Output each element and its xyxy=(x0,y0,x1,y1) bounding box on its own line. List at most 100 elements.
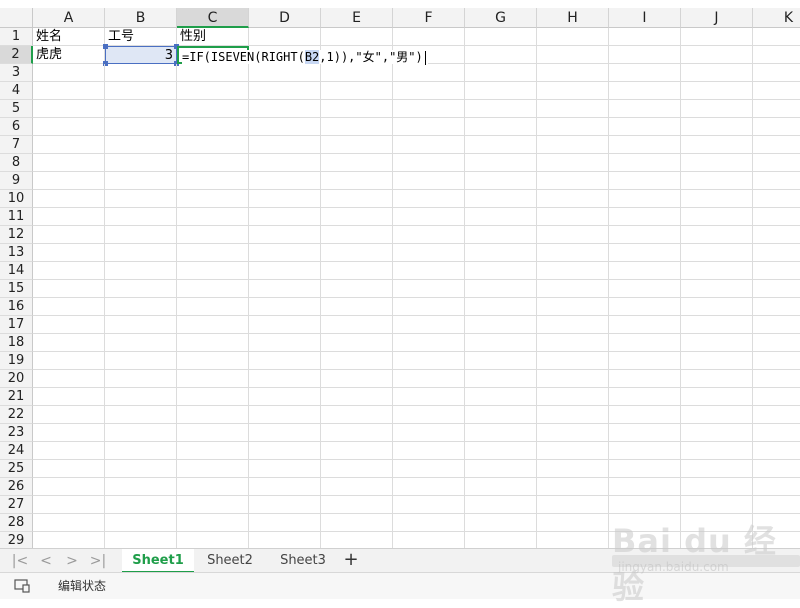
cell-a15[interactable] xyxy=(33,280,105,298)
cell-j6[interactable] xyxy=(681,118,753,136)
cell-g26[interactable] xyxy=(465,478,537,496)
cell-e11[interactable] xyxy=(321,208,393,226)
cell-k6[interactable] xyxy=(753,118,800,136)
cell-e3[interactable] xyxy=(321,64,393,82)
cell-d9[interactable] xyxy=(249,172,321,190)
cell-k7[interactable] xyxy=(753,136,800,154)
cell-k8[interactable] xyxy=(753,154,800,172)
cell-b28[interactable] xyxy=(105,514,177,532)
cell-k20[interactable] xyxy=(753,370,800,388)
cell-c26[interactable] xyxy=(177,478,249,496)
cell-a23[interactable] xyxy=(33,424,105,442)
cell-d25[interactable] xyxy=(249,460,321,478)
cell-f12[interactable] xyxy=(393,226,465,244)
cell-h11[interactable] xyxy=(537,208,609,226)
cell-a25[interactable] xyxy=(33,460,105,478)
cell-c1[interactable]: 性别 xyxy=(177,28,249,46)
cell-f6[interactable] xyxy=(393,118,465,136)
cell-b14[interactable] xyxy=(105,262,177,280)
cell-k16[interactable] xyxy=(753,298,800,316)
cell-e13[interactable] xyxy=(321,244,393,262)
cell-k19[interactable] xyxy=(753,352,800,370)
cell-g2[interactable] xyxy=(465,46,537,64)
cell-g18[interactable] xyxy=(465,334,537,352)
cell-k1[interactable] xyxy=(753,28,800,46)
cell-a28[interactable] xyxy=(33,514,105,532)
cell-f19[interactable] xyxy=(393,352,465,370)
cell-j20[interactable] xyxy=(681,370,753,388)
cell-c12[interactable] xyxy=(177,226,249,244)
cell-i21[interactable] xyxy=(609,388,681,406)
cell-e27[interactable] xyxy=(321,496,393,514)
cell-h2[interactable] xyxy=(537,46,609,64)
cell-i13[interactable] xyxy=(609,244,681,262)
cell-k13[interactable] xyxy=(753,244,800,262)
sheet-tab-sheet2[interactable]: Sheet2 xyxy=(196,549,264,573)
row-header[interactable]: 25 xyxy=(0,460,33,478)
cell-e6[interactable] xyxy=(321,118,393,136)
row-header[interactable]: 22 xyxy=(0,406,33,424)
cell-i23[interactable] xyxy=(609,424,681,442)
cell-d13[interactable] xyxy=(249,244,321,262)
cell-a16[interactable] xyxy=(33,298,105,316)
row-header[interactable]: 24 xyxy=(0,442,33,460)
cell-g3[interactable] xyxy=(465,64,537,82)
sheet-tab-sheet3[interactable]: Sheet3 xyxy=(268,549,338,573)
cell-b9[interactable] xyxy=(105,172,177,190)
row-header[interactable]: 17 xyxy=(0,316,33,334)
column-header-g[interactable]: G xyxy=(465,8,537,28)
cell-i16[interactable] xyxy=(609,298,681,316)
cell-c15[interactable] xyxy=(177,280,249,298)
cell-k5[interactable] xyxy=(753,100,800,118)
cell-a18[interactable] xyxy=(33,334,105,352)
cell-f7[interactable] xyxy=(393,136,465,154)
cell-e29[interactable] xyxy=(321,532,393,548)
cell-d15[interactable] xyxy=(249,280,321,298)
cell-e26[interactable] xyxy=(321,478,393,496)
cell-a12[interactable] xyxy=(33,226,105,244)
cell-e19[interactable] xyxy=(321,352,393,370)
row-header[interactable]: 2 xyxy=(0,46,33,64)
row-header[interactable]: 19 xyxy=(0,352,33,370)
cell-k15[interactable] xyxy=(753,280,800,298)
cell-c7[interactable] xyxy=(177,136,249,154)
cell-j21[interactable] xyxy=(681,388,753,406)
cell-b19[interactable] xyxy=(105,352,177,370)
cell-i2[interactable] xyxy=(609,46,681,64)
cell-b24[interactable] xyxy=(105,442,177,460)
cell-e28[interactable] xyxy=(321,514,393,532)
cell-b17[interactable] xyxy=(105,316,177,334)
cell-b6[interactable] xyxy=(105,118,177,136)
cell-b29[interactable] xyxy=(105,532,177,548)
cell-e23[interactable] xyxy=(321,424,393,442)
cell-c5[interactable] xyxy=(177,100,249,118)
row-header[interactable]: 10 xyxy=(0,190,33,208)
select-all-corner[interactable] xyxy=(0,8,33,28)
cell-h20[interactable] xyxy=(537,370,609,388)
cell-k14[interactable] xyxy=(753,262,800,280)
cell-f16[interactable] xyxy=(393,298,465,316)
row-header[interactable]: 12 xyxy=(0,226,33,244)
cell-d17[interactable] xyxy=(249,316,321,334)
cell-j2[interactable] xyxy=(681,46,753,64)
sheet-tab-sheet1[interactable]: Sheet1 xyxy=(122,549,194,573)
formula-text[interactable]: =IF(ISEVEN(RIGHT(B2,1)),"女","男") xyxy=(182,50,428,65)
row-header[interactable]: 11 xyxy=(0,208,33,226)
cell-i22[interactable] xyxy=(609,406,681,424)
cell-h18[interactable] xyxy=(537,334,609,352)
range-handle[interactable] xyxy=(103,44,108,49)
cell-b2[interactable]: 3 xyxy=(103,44,179,66)
row-header[interactable]: 15 xyxy=(0,280,33,298)
cell-f24[interactable] xyxy=(393,442,465,460)
row-header[interactable]: 6 xyxy=(0,118,33,136)
cell-d8[interactable] xyxy=(249,154,321,172)
cell-d14[interactable] xyxy=(249,262,321,280)
cell-a7[interactable] xyxy=(33,136,105,154)
cell-f23[interactable] xyxy=(393,424,465,442)
cell-b10[interactable] xyxy=(105,190,177,208)
cell-b4[interactable] xyxy=(105,82,177,100)
cell-g21[interactable] xyxy=(465,388,537,406)
cell-i14[interactable] xyxy=(609,262,681,280)
cell-a1[interactable]: 姓名 xyxy=(33,28,105,46)
cell-c13[interactable] xyxy=(177,244,249,262)
